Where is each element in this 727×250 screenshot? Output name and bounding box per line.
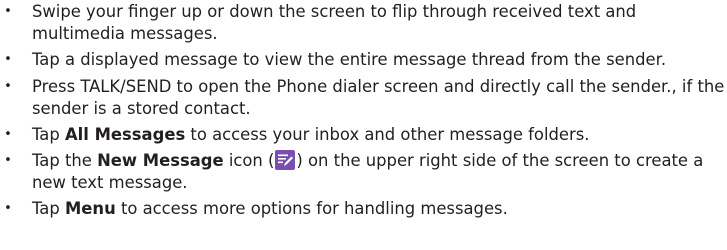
bullet-icon: • bbox=[4, 52, 12, 68]
item-text: Tap a displayed message to view the enti… bbox=[32, 50, 667, 70]
item-text-post: to access more options for handling mess… bbox=[115, 199, 508, 219]
bullet-icon: • bbox=[4, 153, 12, 169]
item-text-pre: Tap the bbox=[32, 151, 98, 171]
list-item-all-messages: • Tap All Messages to access your inbox … bbox=[0, 124, 727, 146]
bullet-icon: • bbox=[4, 126, 12, 142]
list-item-swipe: • Swipe your finger up or down the scree… bbox=[0, 1, 727, 45]
list-item-talk-send: • Press TALK/SEND to open the Phone dial… bbox=[0, 76, 727, 120]
list-item-tap-message: • Tap a displayed message to view the en… bbox=[0, 49, 727, 71]
bullet-icon: • bbox=[4, 78, 12, 94]
item-text-post: to access your inbox and other message f… bbox=[185, 124, 590, 144]
item-text: Press TALK/SEND to open the Phone dialer… bbox=[32, 76, 725, 118]
list-item-menu: • Tap Menu to access more options for ha… bbox=[0, 198, 727, 220]
item-text-mid: icon ( bbox=[223, 151, 275, 171]
list-item-new-message: • Tap the New Message icon ( ) on the up… bbox=[0, 150, 727, 194]
new-message-icon bbox=[275, 150, 296, 171]
item-text-pre: Tap bbox=[32, 199, 65, 219]
item-text: Swipe your finger up or down the screen … bbox=[32, 2, 637, 43]
bullet-icon: • bbox=[4, 4, 12, 19]
menu-term: Menu bbox=[64, 199, 116, 219]
all-messages-term: All Messages bbox=[64, 124, 186, 144]
instruction-list: • Swipe your finger up or down the scree… bbox=[0, 1, 727, 220]
instruction-page: • Swipe your finger up or down the scree… bbox=[0, 0, 727, 250]
item-text-pre: Tap bbox=[32, 124, 65, 144]
new-message-term: New Message bbox=[97, 151, 224, 171]
bullet-icon: • bbox=[4, 201, 12, 217]
